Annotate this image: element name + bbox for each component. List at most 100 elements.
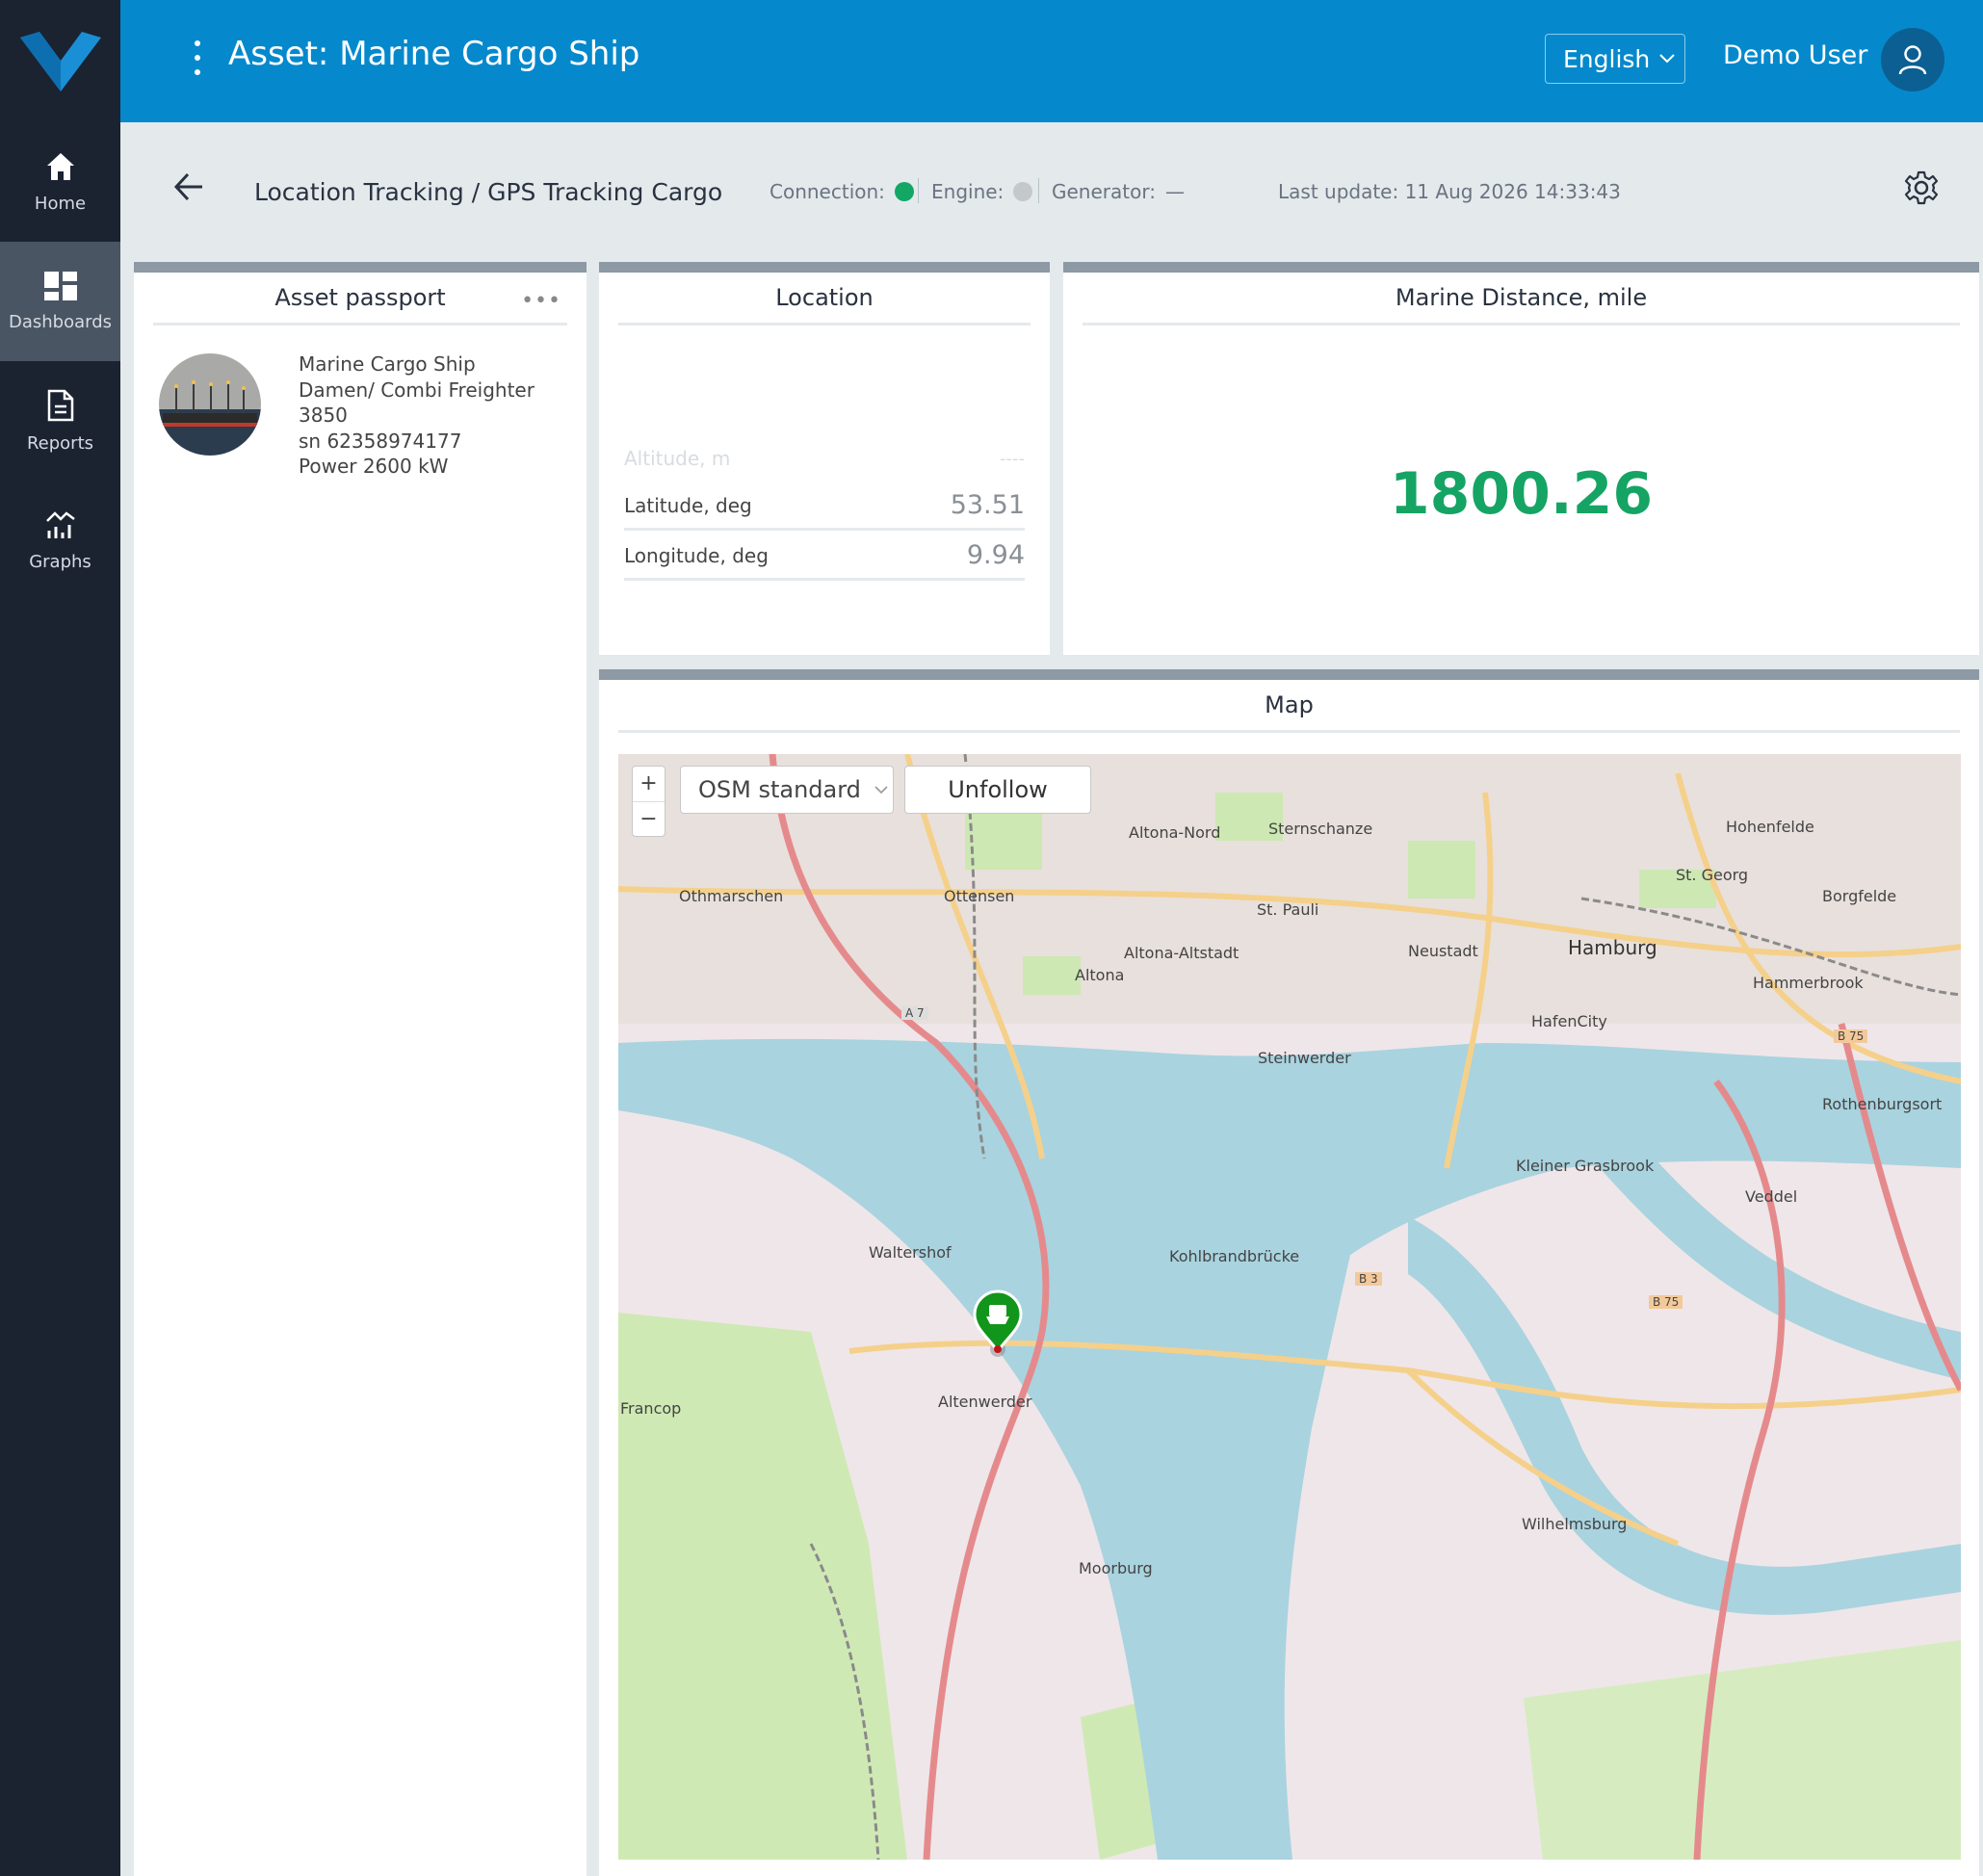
road-shield: A 7 [901,1006,928,1020]
widget-title: Asset passport [153,273,567,326]
sidebar-item-reports[interactable]: Reports [0,361,120,481]
sidebar-item-label: Reports [26,432,94,454]
connection-label: Connection: [770,180,885,203]
language-select[interactable]: English [1545,34,1685,84]
asset-photo [159,353,261,456]
map-label: Rothenburgsort [1822,1095,1943,1113]
map-label: Francop [620,1399,682,1418]
altitude-row: Altitude, m ---- [624,434,1025,482]
report-icon [47,389,73,421]
widget-title: Location [618,273,1031,326]
map-label: Moorburg [1079,1559,1153,1577]
connection-indicator [894,182,914,201]
graph-icon [45,510,75,538]
user-icon [1898,45,1927,75]
map-label: Ottensen [944,887,1015,905]
sidebar-item-dashboards[interactable]: Dashboards [0,242,120,361]
map-label: Hohenfelde [1726,818,1814,836]
map-label: Veddel [1745,1187,1798,1206]
map-label: Steinwerder [1258,1049,1351,1067]
asset-name: Marine Cargo Ship [299,352,476,376]
zoom-control: + − [632,766,665,837]
generator-status: Generator: — [1052,180,1185,203]
sidebar-item-graphs[interactable]: Graphs [0,481,120,600]
chevron-down-icon [874,785,888,794]
marine-distance-widget: Marine Distance, mile 1800.26 [1063,262,1979,655]
kebab-menu-icon[interactable] [188,37,207,81]
latitude-value: 53.51 [950,490,1025,520]
map-label: Hamburg [1568,936,1657,959]
back-arrow-icon[interactable] [173,172,204,201]
longitude-value: 9.94 [966,540,1025,570]
gear-icon[interactable] [1904,170,1939,205]
app-logo[interactable] [0,0,120,122]
map-label: Altenwerder [938,1393,1032,1411]
map-label: Othmarschen [679,887,784,905]
distance-value: 1800.26 [1389,460,1654,528]
top-header: Asset: Marine Cargo Ship English Demo Us… [120,0,1983,122]
chevron-down-icon [1659,54,1675,64]
generator-label: Generator: [1052,180,1156,203]
engine-label: Engine: [931,180,1005,203]
road-shield: B 3 [1355,1272,1382,1286]
sidebar-item-label: Graphs [29,551,91,572]
dashboard-icon [43,271,77,300]
latitude-label: Latitude, deg [624,493,752,517]
map-label: HafenCity [1531,1012,1607,1030]
map-canvas[interactable]: Altona-Nord Sternschanze Hohenfelde Othm… [618,754,1961,1860]
map-label: Hammerbrook [1753,974,1864,992]
latitude-row: Latitude, deg 53.51 [624,482,1025,531]
sidebar-item-label: Dashboards [8,311,113,332]
map-label: Kleiner Grasbrook [1516,1157,1655,1175]
sidebar: Home Dashboards Reports Graphs [0,0,120,1876]
asset-model: Damen/ Combi Freighter 3850 [299,378,535,428]
subheader: Location Tracking / GPS Tracking Cargo C… [120,122,1983,262]
map-label: Waltershof [869,1243,952,1262]
altitude-value: ---- [1000,448,1025,469]
divider [918,178,919,203]
map-widget: Map Altona-Nord Sternschanze Hohenfelde … [599,669,1979,1876]
map-label: St. Pauli [1257,900,1319,919]
zoom-out-button[interactable]: − [633,802,665,837]
last-update: Last update: 11 Aug 2026 14:33:43 [1278,180,1621,203]
widget-title: Map [618,680,1960,733]
divider [1038,178,1039,203]
map-label: Borgfelde [1822,887,1897,905]
breadcrumb: Location Tracking / GPS Tracking Cargo [254,178,723,206]
map-label: Wilhelmsburg [1522,1515,1628,1533]
asset-power: Power 2600 kW [299,455,449,478]
map-label: Altona [1075,966,1125,984]
page-title: Asset: Marine Cargo Ship [228,35,640,73]
engine-status: Engine: [931,180,1033,203]
map-label: Kohlbrandbrücke [1169,1247,1300,1265]
generator-value: — [1164,180,1185,203]
unfollow-button[interactable]: Unfollow [904,766,1091,814]
home-icon [46,152,74,180]
map-label: St. Georg [1676,866,1749,884]
engine-indicator [1013,182,1033,201]
altitude-label: Altitude, m [624,447,731,470]
user-name[interactable]: Demo User [1723,40,1867,70]
map-layer-select[interactable]: OSM standard [680,766,894,814]
passport-details: Marine Cargo Ship Damen/ Combi Freighter… [299,352,587,480]
longitude-label: Longitude, deg [624,543,769,567]
road-shield: B 75 [1649,1295,1683,1309]
connection-status: Connection: [770,180,914,203]
map-label: Sternschanze [1268,820,1373,838]
map-label: Neustadt [1408,942,1478,960]
map-tiles[interactable] [618,754,1961,1860]
widget-title: Marine Distance, mile [1083,273,1960,326]
sidebar-item-label: Home [34,193,87,214]
map-layer-value: OSM standard [698,776,861,803]
longitude-row: Longitude, deg 9.94 [624,533,1025,581]
avatar[interactable] [1881,28,1944,91]
map-label: Altona-Nord [1129,823,1221,842]
map-label: Altona-Altstadt [1124,944,1239,962]
location-widget: Location Altitude, m ---- Latitude, deg … [599,262,1050,655]
road-shield: B 75 [1834,1029,1868,1043]
asset-passport-widget: Asset passport ••• Marine Cargo Ship Dam… [134,262,587,1876]
asset-serial: sn 62358974177 [299,429,462,453]
zoom-in-button[interactable]: + [633,767,665,802]
more-options-icon[interactable]: ••• [521,289,561,313]
sidebar-item-home[interactable]: Home [0,122,120,242]
